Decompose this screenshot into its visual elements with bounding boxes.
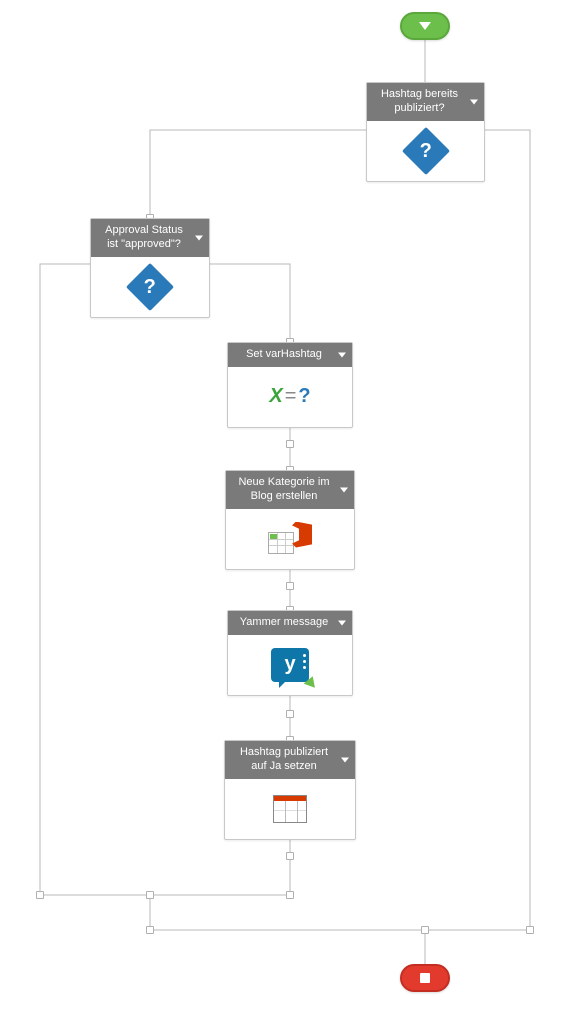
question-diamond-icon: ? <box>126 262 174 310</box>
action-yammer-message[interactable]: Yammer message y <box>227 610 353 696</box>
send-arrow-icon <box>304 674 319 688</box>
node-header: Hashtag publiziert auf Ja setzen <box>225 741 355 779</box>
yammer-icon: y <box>271 648 309 682</box>
set-variable-icon: X=? <box>269 385 310 408</box>
port <box>421 926 429 934</box>
node-body: ? <box>91 257 209 317</box>
node-body: ? <box>367 121 484 181</box>
port <box>286 891 294 899</box>
chevron-down-icon[interactable] <box>341 757 349 762</box>
node-title: Set varHashtag <box>246 348 322 362</box>
chevron-down-icon[interactable] <box>338 352 346 357</box>
chevron-down-icon[interactable] <box>338 620 346 625</box>
node-body: X=? <box>228 367 352 427</box>
condition-approval-status[interactable]: Approval Status ist "approved"? ? <box>90 218 210 318</box>
office-create-icon <box>268 522 312 556</box>
node-body: y <box>228 635 352 695</box>
port <box>286 440 294 448</box>
port <box>146 926 154 934</box>
node-title: Yammer message <box>240 616 328 630</box>
node-body <box>226 509 354 569</box>
node-title: Hashtag bereits publiziert? <box>375 88 464 116</box>
list-update-icon <box>273 795 307 823</box>
node-header: Hashtag bereits publiziert? <box>367 83 484 121</box>
end-node[interactable] <box>400 964 450 992</box>
start-node[interactable] <box>400 12 450 40</box>
node-title: Approval Status ist "approved"? <box>99 224 189 252</box>
chevron-down-icon[interactable] <box>195 235 203 240</box>
chevron-down-icon[interactable] <box>340 487 348 492</box>
node-header: Set varHashtag <box>228 343 352 367</box>
port <box>286 582 294 590</box>
node-title: Hashtag publiziert auf Ja setzen <box>233 746 335 774</box>
action-neue-kategorie-blog[interactable]: Neue Kategorie im Blog erstellen <box>225 470 355 570</box>
chevron-down-icon[interactable] <box>470 99 478 104</box>
question-diamond-icon: ? <box>401 126 449 174</box>
action-hashtag-publiziert-ja[interactable]: Hashtag publiziert auf Ja setzen <box>224 740 356 840</box>
port <box>286 852 294 860</box>
port <box>526 926 534 934</box>
node-body <box>225 779 355 839</box>
port <box>286 710 294 718</box>
action-set-varhashtag[interactable]: Set varHashtag X=? <box>227 342 353 428</box>
condition-hashtag-publiziert[interactable]: Hashtag bereits publiziert? ? <box>366 82 485 182</box>
node-title: Neue Kategorie im Blog erstellen <box>234 476 334 504</box>
node-header: Neue Kategorie im Blog erstellen <box>226 471 354 509</box>
port <box>36 891 44 899</box>
port <box>146 891 154 899</box>
node-header: Approval Status ist "approved"? <box>91 219 209 257</box>
node-header: Yammer message <box>228 611 352 635</box>
